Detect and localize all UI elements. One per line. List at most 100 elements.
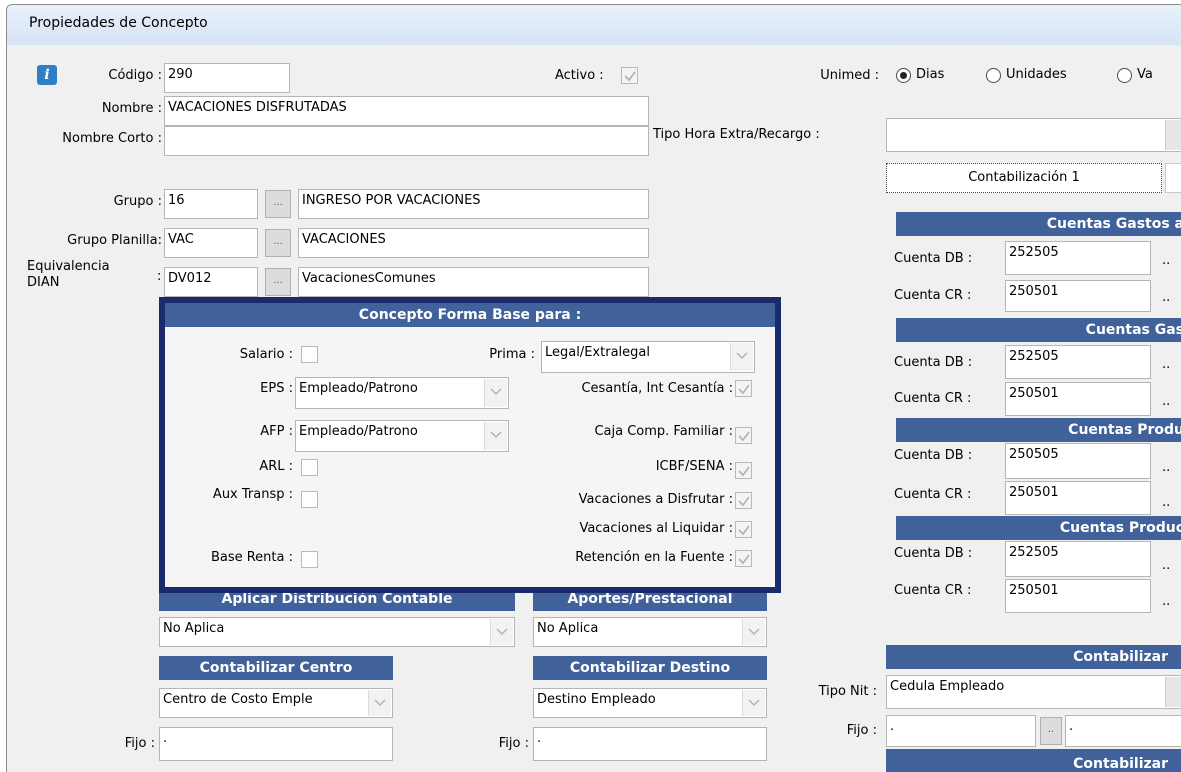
activo-checkbox[interactable]	[621, 67, 638, 84]
grupo-code-input[interactable]: 16	[164, 189, 258, 219]
cuenta-db-input[interactable]: 250505	[1005, 443, 1151, 479]
chevron-down-icon	[730, 343, 753, 371]
cuenta-db-input[interactable]: 252505	[1005, 345, 1151, 379]
unimed-label: Unimed :	[820, 68, 879, 83]
cuenta-cr-dots[interactable]: ..	[1162, 594, 1170, 609]
cuenta-cr-input[interactable]: 250501	[1005, 382, 1151, 416]
cuenta-db-input[interactable]: 252505	[1005, 541, 1151, 577]
contabilizar-destino-header: Contabilizar Destino	[533, 656, 767, 680]
cuenta-db-dots[interactable]: ..	[1162, 558, 1170, 573]
grupo-lookup-button[interactable]: ...	[265, 190, 291, 218]
cuenta-db-input[interactable]: 252505	[1005, 241, 1151, 275]
tipo-nit-arrow	[1165, 677, 1181, 707]
afp-dropdown[interactable]: Empleado/Patrono	[295, 420, 509, 452]
tipo-hora-extra-arrow	[1165, 120, 1181, 150]
radio-unidades-button[interactable]	[986, 68, 1001, 83]
grupo-planilla-code-input[interactable]: VAC	[164, 228, 258, 258]
aux-transp-checkbox[interactable]	[301, 491, 318, 508]
cuenta-db-dots[interactable]: ..	[1162, 460, 1170, 475]
fijo-right-lookup-button[interactable]: ..	[1040, 717, 1062, 745]
vacaciones-disfrutar-label: Vacaciones a Disfrutar :	[578, 492, 733, 507]
equivalencia-lookup-button[interactable]: ...	[265, 268, 291, 296]
nombre-input[interactable]: VACACIONES DISFRUTADAS	[164, 96, 649, 126]
fijo-right-input[interactable]: .	[886, 715, 1036, 747]
chevron-down-icon	[484, 422, 507, 450]
cuenta-cr-dots[interactable]: ..	[1162, 290, 1170, 305]
retencion-checkbox[interactable]	[735, 550, 752, 567]
fijo-mid-input[interactable]: .	[533, 727, 767, 761]
cuenta-db-label: Cuenta DB :	[894, 355, 973, 370]
arl-checkbox[interactable]	[301, 459, 318, 476]
cuenta-cr-dots[interactable]: ..	[1162, 495, 1170, 510]
tipo-nit-dropdown[interactable]: Cedula Empleado	[886, 675, 1181, 709]
cuenta-db-dots[interactable]: ..	[1162, 253, 1170, 268]
radio-valor-button[interactable]	[1117, 68, 1132, 83]
vacaciones-disfrutar-checkbox[interactable]	[735, 492, 752, 509]
chevron-down-icon	[484, 379, 507, 407]
radio-unidades[interactable]: Unidades	[986, 67, 1086, 85]
chevron-down-icon	[742, 619, 765, 645]
fijo-right-label: Fijo :	[846, 723, 877, 738]
radio-valor-label: Va	[1137, 67, 1153, 82]
equivalencia-code-input[interactable]: DV012	[164, 267, 258, 297]
title-bar: Propiedades de Concepto	[7, 5, 1181, 45]
window-title: Propiedades de Concepto	[29, 15, 208, 31]
base-renta-checkbox[interactable]	[301, 551, 318, 568]
cesantia-label: Cesantía, Int Cesantía :	[581, 381, 733, 396]
nombre-corto-input[interactable]	[164, 126, 649, 156]
radio-valor[interactable]: Va	[1117, 67, 1177, 85]
contabilizar-centro-dropdown[interactable]: Centro de Costo Emple	[159, 688, 393, 718]
check-icon	[738, 525, 750, 536]
vacaciones-liquidar-checkbox[interactable]	[735, 521, 752, 538]
cesantia-checkbox[interactable]	[735, 380, 752, 397]
tab-contabilizacion-1[interactable]: Contabilización 1	[886, 163, 1162, 193]
arl-label: ARL :	[259, 459, 293, 474]
eps-value: Empleado/Patrono	[299, 381, 418, 396]
radio-dias[interactable]: Dias	[896, 67, 966, 85]
equivalencia-desc-input: VacacionesComunes	[298, 267, 649, 297]
nombre-corto-label: Nombre Corto :	[62, 131, 162, 146]
contabilizar-header: Contabilizar	[886, 645, 1181, 669]
equivalencia-label-dian: DIAN	[27, 275, 60, 290]
radio-unidades-label: Unidades	[1006, 67, 1067, 82]
aux-transp-label: Aux Transp :	[212, 487, 293, 502]
contabilizar-destino-dropdown[interactable]: Destino Empleado	[533, 688, 767, 718]
radio-dias-label: Dias	[916, 67, 945, 82]
equivalencia-label: Equivalencia	[27, 259, 110, 274]
icbf-label: ICBF/SENA :	[655, 459, 733, 474]
aplicar-distribucion-value: No Aplica	[163, 621, 225, 636]
fijo-mid-label: Fijo :	[498, 736, 529, 751]
eps-dropdown[interactable]: Empleado/Patrono	[295, 377, 509, 409]
chevron-down-icon	[368, 690, 391, 716]
cuentas-produc-header: Cuentas Produc	[896, 516, 1181, 540]
icbf-checkbox[interactable]	[735, 462, 752, 479]
cuenta-cr-dots[interactable]: ..	[1162, 394, 1170, 409]
salario-checkbox[interactable]	[301, 346, 318, 363]
afp-value: Empleado/Patrono	[299, 424, 418, 439]
prima-dropdown[interactable]: Legal/Extralegal	[541, 341, 755, 373]
tab-contabilizacion-2[interactable]	[1165, 163, 1181, 193]
fijo-right-desc-input: .	[1065, 715, 1181, 747]
aportes-prestacional-dropdown[interactable]: No Aplica	[533, 617, 767, 647]
info-icon[interactable]: i	[37, 65, 57, 85]
radio-dias-button[interactable]	[896, 68, 911, 83]
caja-checkbox[interactable]	[735, 427, 752, 444]
equivalencia-colon: :	[157, 269, 162, 284]
aportes-prestacional-value: No Aplica	[537, 621, 599, 636]
codigo-input[interactable]: 290	[164, 63, 290, 93]
fijo-left-input[interactable]: .	[159, 727, 393, 761]
cuenta-db-dots[interactable]: ..	[1162, 357, 1170, 372]
caja-label: Caja Comp. Familiar :	[594, 424, 733, 439]
cuenta-cr-input[interactable]: 250501	[1005, 280, 1151, 312]
vacaciones-liquidar-label: Vacaciones al Liquidar :	[579, 521, 733, 536]
cuenta-db-label: Cuenta DB :	[894, 448, 973, 463]
cuentas-gastos-header: Cuentas Gastos a	[896, 212, 1181, 236]
tipo-hora-extra-dropdown[interactable]	[886, 118, 1181, 152]
afp-label: AFP :	[260, 424, 293, 439]
retencion-label: Retención en la Fuente :	[575, 550, 733, 565]
cuenta-cr-input[interactable]: 250501	[1005, 481, 1151, 515]
aplicar-distribucion-dropdown[interactable]: No Aplica	[159, 617, 515, 647]
grupo-planilla-lookup-button[interactable]: ...	[265, 229, 291, 257]
prima-label: Prima :	[489, 347, 535, 362]
cuenta-cr-input[interactable]: 250501	[1005, 579, 1151, 613]
